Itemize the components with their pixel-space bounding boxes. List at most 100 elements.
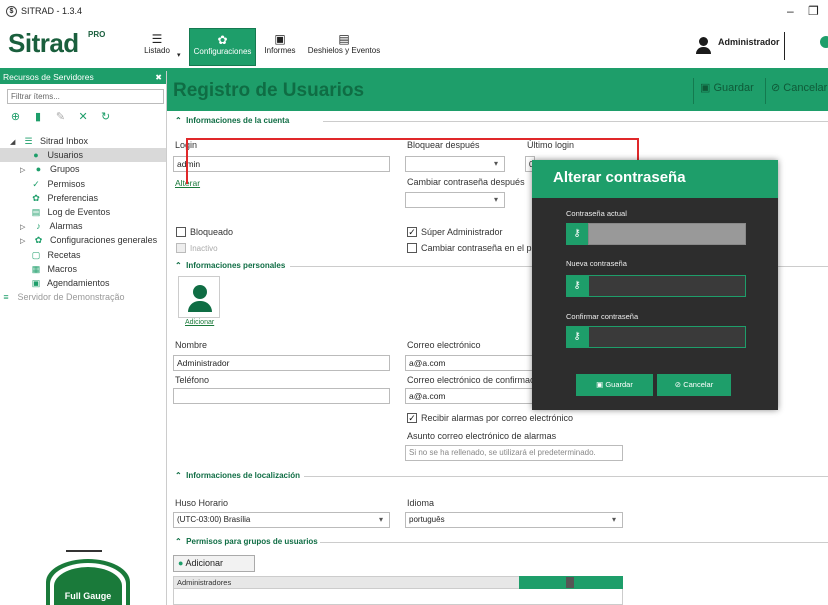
configuraciones-tab[interactable]: ✿ Configuraciones xyxy=(189,28,256,66)
title-bar: $ SITRAD - 1.3.4 – ❐ xyxy=(0,0,828,24)
section-group-perms-header[interactable]: ⌃ Permisos para grupos de usuarios xyxy=(175,537,318,546)
change-pwd-after-select[interactable] xyxy=(405,192,505,208)
section-location-title: Informaciones de localización xyxy=(186,471,300,480)
login-input[interactable]: admin xyxy=(173,156,390,172)
deshielos-tab[interactable]: ▤ Deshielos y Eventos xyxy=(304,28,384,66)
super-admin-checkbox[interactable]: ✓ xyxy=(407,227,417,237)
tools-icon[interactable]: ✕ xyxy=(76,110,91,125)
restore-button[interactable]: ❐ xyxy=(808,4,819,18)
server-icon: ≡ xyxy=(3,292,9,303)
email-input[interactable]: a@a.com xyxy=(405,355,533,371)
tree-label: Sitrad Inbox xyxy=(40,136,89,146)
chevron-up-icon: ⌃ xyxy=(175,471,182,480)
sidebar-header-label: Recursos de Servidores xyxy=(3,72,94,82)
email-confirm-input[interactable]: a@a.com xyxy=(405,388,533,404)
save-icon: ▣ xyxy=(596,380,604,389)
blocked-label: Bloqueado xyxy=(190,227,234,237)
tree-item-sitrad-inbox[interactable]: ◢ ☰ Sitrad Inbox xyxy=(10,134,166,148)
confirm-password-label: Confirmar contraseña xyxy=(566,312,639,321)
section-location-header[interactable]: ⌃ Informaciones de localización xyxy=(175,471,300,480)
listado-dropdown-icon[interactable]: ▾ xyxy=(177,51,181,59)
header-divider xyxy=(693,78,694,104)
super-admin-label: Súper Administrador xyxy=(421,227,503,237)
save-button[interactable]: ▣ Guardar xyxy=(700,81,754,94)
name-label: Nombre xyxy=(175,340,208,350)
user-icon: ● xyxy=(33,150,39,161)
add-group-button[interactable]: ● Adicionar xyxy=(173,555,255,572)
tree-label: Alarmas xyxy=(49,221,83,232)
tree-item-macros[interactable]: ▦ Macros xyxy=(10,262,166,276)
macro-icon: ▦ xyxy=(31,263,41,274)
listado-button[interactable]: ☰ Listado xyxy=(137,28,177,66)
tree-item-usuarios[interactable]: ● Usuarios xyxy=(0,148,166,163)
receive-alarms-checkbox[interactable]: ✓ xyxy=(407,413,417,423)
tree-label: Preferencias xyxy=(47,192,99,203)
tree-item-log-eventos[interactable]: ▤ Log de Eventos xyxy=(10,205,166,219)
tree-item-recetas[interactable]: ▢ Recetas xyxy=(10,248,166,262)
tree-label: Grupos xyxy=(50,164,80,175)
key-icon: ⚷ xyxy=(566,275,588,297)
inactive-checkbox[interactable] xyxy=(176,243,186,253)
trash-icon[interactable] xyxy=(566,577,574,588)
alarm-subject-input[interactable]: Si no se ha rellenado, se utilizará el p… xyxy=(405,445,623,461)
confirm-password-input[interactable] xyxy=(588,326,746,348)
user-name[interactable]: Administrador xyxy=(718,37,780,47)
tree-label: Configuraciones generales xyxy=(50,235,158,246)
current-password-input[interactable] xyxy=(588,223,746,245)
pin-icon[interactable]: ✖ xyxy=(155,71,162,84)
bell-icon: ♪ xyxy=(36,221,41,232)
tree-label: Usuarios xyxy=(47,150,84,161)
section-group-perms-title: Permisos para grupos de usuarios xyxy=(186,537,318,546)
tree-item-grupos[interactable]: ▷ ● Grupos xyxy=(10,162,166,176)
dialog-cancel-label: Cancelar xyxy=(683,380,714,389)
tree-label: Servidor de Demonstração xyxy=(17,292,125,303)
filter-input[interactable]: Filtrar ítems... xyxy=(7,89,164,104)
user-avatar-icon[interactable] xyxy=(696,37,711,54)
section-divider xyxy=(323,121,828,122)
dialog-cancel-button[interactable]: ⊘ Cancelar xyxy=(657,374,731,396)
sidebar-splitter[interactable] xyxy=(66,550,102,554)
user-photo[interactable] xyxy=(178,276,220,318)
section-divider xyxy=(304,476,828,477)
annotation-line-right xyxy=(637,138,639,160)
full-gauge-logo-text: Full Gauge xyxy=(54,567,122,605)
email-confirm-label: Correo electrónico de confirmaci xyxy=(407,375,537,385)
menu-icon: ☰ xyxy=(151,32,163,46)
tree-item-agendamientos[interactable]: ▣ Agendamientos xyxy=(10,276,166,290)
sidebar-divider xyxy=(166,71,167,605)
list-icon: ☰ xyxy=(24,136,33,146)
dialog-save-button[interactable]: ▣ Guardar xyxy=(576,374,653,396)
section-personal-header[interactable]: ⌃ Informaciones personales xyxy=(175,261,285,270)
phone-input[interactable] xyxy=(173,388,390,404)
window-title: SITRAD - 1.3.4 xyxy=(21,6,83,16)
name-input[interactable]: Administrador xyxy=(173,355,390,371)
timezone-select[interactable]: (UTC-03:00) Brasília xyxy=(173,512,390,528)
tree-item-servidor-demo[interactable]: ≡ Servidor de Demonstração xyxy=(0,290,166,304)
chevron-up-icon: ⌃ xyxy=(175,116,182,125)
delete-icon[interactable]: ▮ xyxy=(31,110,46,125)
section-account-header[interactable]: ⌃ Informaciones de la cuenta xyxy=(175,116,289,125)
refresh-icon[interactable]: ↻ xyxy=(98,110,113,125)
gear-icon: ✿ xyxy=(217,33,228,47)
add-icon[interactable]: ⊕ xyxy=(8,110,23,125)
cancel-button[interactable]: ⊘ Cancelar xyxy=(771,81,827,94)
edit-icon[interactable]: ✎ xyxy=(53,110,68,125)
section-divider xyxy=(320,542,828,543)
minimize-button[interactable]: – xyxy=(787,4,794,18)
change-pwd-next-checkbox[interactable] xyxy=(407,243,417,253)
add-photo-link[interactable]: Adicionar xyxy=(185,319,214,326)
tree-item-preferencias[interactable]: ✿ Preferencias xyxy=(10,191,166,205)
change-pwd-after-label: Cambiar contraseña después xyxy=(407,177,525,187)
informes-tab[interactable]: ▣ Informes xyxy=(260,28,300,66)
email-label: Correo electrónico xyxy=(407,340,481,350)
configuraciones-label: Configuraciones xyxy=(193,47,252,56)
language-select[interactable]: português xyxy=(405,512,623,528)
tree-item-permisos[interactable]: ✓ Permisos xyxy=(10,177,166,191)
info-icon[interactable] xyxy=(820,36,828,48)
new-password-input[interactable] xyxy=(588,275,746,297)
tree-item-alarmas[interactable]: ▷ ♪ Alarmas xyxy=(10,219,166,233)
block-after-label: Bloquear después xyxy=(407,140,480,150)
block-after-select[interactable] xyxy=(405,156,505,172)
tree-item-config-generales[interactable]: ▷ ✿ Configuraciones generales xyxy=(10,233,166,247)
blocked-checkbox[interactable] xyxy=(176,227,186,237)
